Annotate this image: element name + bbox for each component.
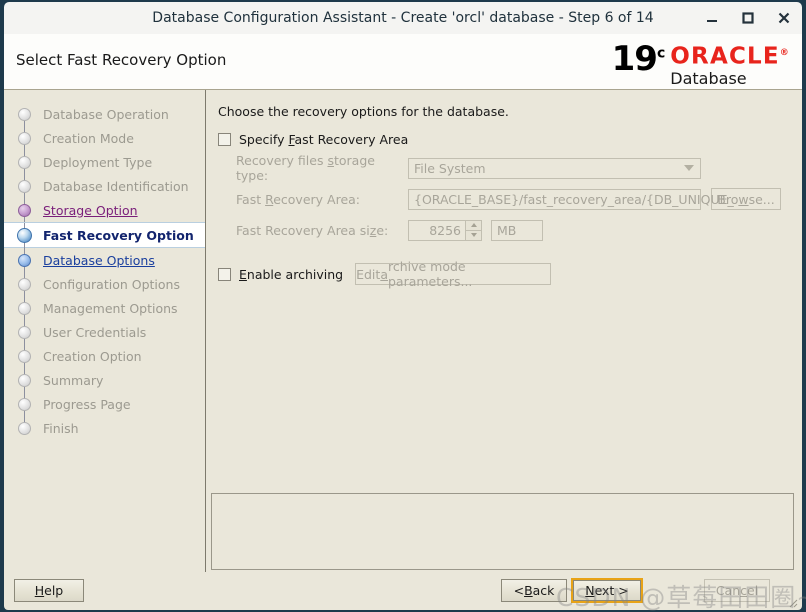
step-label: Database Operation <box>43 106 169 122</box>
enable-archiving-label: Enable archiving <box>239 266 344 282</box>
fra-size-unit-value: MB <box>497 222 517 238</box>
sidebar-step-creation-mode: Creation Mode <box>4 126 205 150</box>
step-bullet-icon <box>18 325 31 339</box>
footer-bar: Help < Back Next > Can c el <box>4 572 802 610</box>
step-label: Summary <box>43 372 104 388</box>
storage-type-select[interactable]: File System <box>408 157 701 179</box>
help-button[interactable]: Help <box>14 579 84 602</box>
stepper-buttons[interactable] <box>465 220 481 240</box>
step-bullet-icon <box>18 179 31 193</box>
sidebar-step-configuration-options: Configuration Options <box>4 272 205 296</box>
stepper-up-icon[interactable] <box>466 220 481 231</box>
step-bullet-icon <box>18 421 31 435</box>
page-title: Select Fast Recovery Option <box>16 51 227 69</box>
minimize-icon[interactable] <box>704 10 720 26</box>
fra-size-stepper[interactable]: 8256 <box>408 219 482 241</box>
logo-version-suffix: c <box>656 45 665 62</box>
enable-archiving-row: Enable archiving Edit a rchive mode param… <box>218 259 792 289</box>
logo-product: Database <box>670 68 747 88</box>
step-label: Storage Option <box>43 202 138 218</box>
logo-brand: ORACLE® <box>670 43 790 70</box>
sidebar-step-database-identification: Database Identification <box>4 174 205 198</box>
fra-size-row: Fast Recovery Area size: 8256 MB <box>236 219 792 241</box>
sidebar-step-deployment-type: Deployment Type <box>4 150 205 174</box>
step-label: Finish <box>43 420 79 436</box>
step-label: Database Identification <box>43 178 189 194</box>
logo-version: 19c <box>611 39 666 79</box>
step-bullet-icon <box>18 203 31 217</box>
sidebar-step-user-credentials: User Credentials <box>4 320 205 344</box>
fra-path-row: Fast Recovery Area: {ORACLE_BASE}/fast_r… <box>236 188 792 210</box>
dbca-window: Database Configuration Assistant - Creat… <box>0 0 806 612</box>
fra-size-label: Fast Recovery Area size: <box>236 222 389 238</box>
window-controls <box>704 2 792 34</box>
wizard-sidebar: Database Operation Creation Mode Deploymen… <box>4 90 206 572</box>
fra-size-value: 8256 <box>429 222 461 238</box>
step-bullet-icon <box>18 155 31 169</box>
step-bullet-icon <box>18 253 31 267</box>
wizard-step-list: Database Operation Creation Mode Deploymen… <box>4 102 205 440</box>
step-label: Management Options <box>43 300 178 316</box>
edit-archive-mode-button[interactable]: Edit a rchive mode parameters... <box>355 259 552 289</box>
step-label: Database Options <box>43 252 155 268</box>
specify-fra-checkbox[interactable] <box>218 133 231 146</box>
sidebar-step-finish: Finish <box>4 416 205 440</box>
page-header: Select Fast Recovery Option 19c ORACLE® … <box>4 34 802 90</box>
sidebar-step-database-operation: Database Operation <box>4 102 205 126</box>
window-titlebar: Database Configuration Assistant - Creat… <box>4 2 802 34</box>
step-bullet-icon <box>18 397 31 411</box>
message-panel <box>211 493 794 570</box>
step-label: Creation Option <box>43 348 142 364</box>
step-bullet-icon <box>18 131 31 145</box>
step-label: User Credentials <box>43 324 147 340</box>
fra-path-value: {ORACLE_BASE}/fast_recovery_area/{DB_UNI… <box>414 191 734 207</box>
window-title: Database Configuration Assistant - Creat… <box>152 10 654 26</box>
step-bullet-icon <box>18 301 31 315</box>
step-label: Creation Mode <box>43 130 134 146</box>
fra-form: Recovery files storage type: File System… <box>236 153 792 241</box>
specify-fra-row: Specify Fast Recovery Area <box>218 132 792 147</box>
stepper-down-icon[interactable] <box>466 230 481 240</box>
close-icon[interactable] <box>776 10 792 26</box>
maximize-icon[interactable] <box>740 10 756 26</box>
fra-path-label: Fast Recovery Area: <box>236 191 361 207</box>
step-label: Fast Recovery Option <box>43 227 194 243</box>
chevron-down-icon <box>684 165 694 171</box>
step-label: Configuration Options <box>43 276 180 292</box>
resize-grip[interactable] <box>786 596 798 608</box>
storage-type-label: Recovery files storage type: <box>236 153 375 183</box>
sidebar-step-summary: Summary <box>4 368 205 392</box>
step-bullet-icon <box>18 349 31 363</box>
sidebar-step-progress-page: Progress Page <box>4 392 205 416</box>
sidebar-step-database-options[interactable]: Database Options <box>4 248 205 272</box>
next-button[interactable]: Next > <box>571 578 643 603</box>
step-label: Deployment Type <box>43 154 153 170</box>
step-bullet-icon <box>18 277 31 291</box>
fra-size-unit-select[interactable]: MB <box>491 219 543 241</box>
step-label: Progress Page <box>43 396 131 412</box>
fra-path-input[interactable]: {ORACLE_BASE}/fast_recovery_area/{DB_UNI… <box>408 188 734 210</box>
back-button[interactable]: < Back <box>501 579 567 602</box>
step-bullet-icon <box>18 373 31 387</box>
oracle-logo: 19c ORACLE® Database <box>612 38 790 88</box>
enable-archiving-checkbox[interactable] <box>218 267 231 281</box>
cancel-button[interactable]: Can c el <box>704 579 770 602</box>
sidebar-step-creation-option: Creation Option <box>4 344 205 368</box>
specify-fra-label: Specify Fast Recovery Area <box>239 132 409 147</box>
storage-type-value: File System <box>414 160 486 176</box>
step-bullet-icon <box>18 107 31 121</box>
sidebar-step-management-options: Management Options <box>4 296 205 320</box>
sidebar-step-fast-recovery-option: Fast Recovery Option <box>4 222 205 249</box>
storage-type-row: Recovery files storage type: File System <box>236 153 792 183</box>
step-bullet-icon <box>17 227 32 243</box>
intro-text: Choose the recovery options for the data… <box>218 104 509 119</box>
sidebar-step-storage-option[interactable]: Storage Option <box>4 198 205 222</box>
